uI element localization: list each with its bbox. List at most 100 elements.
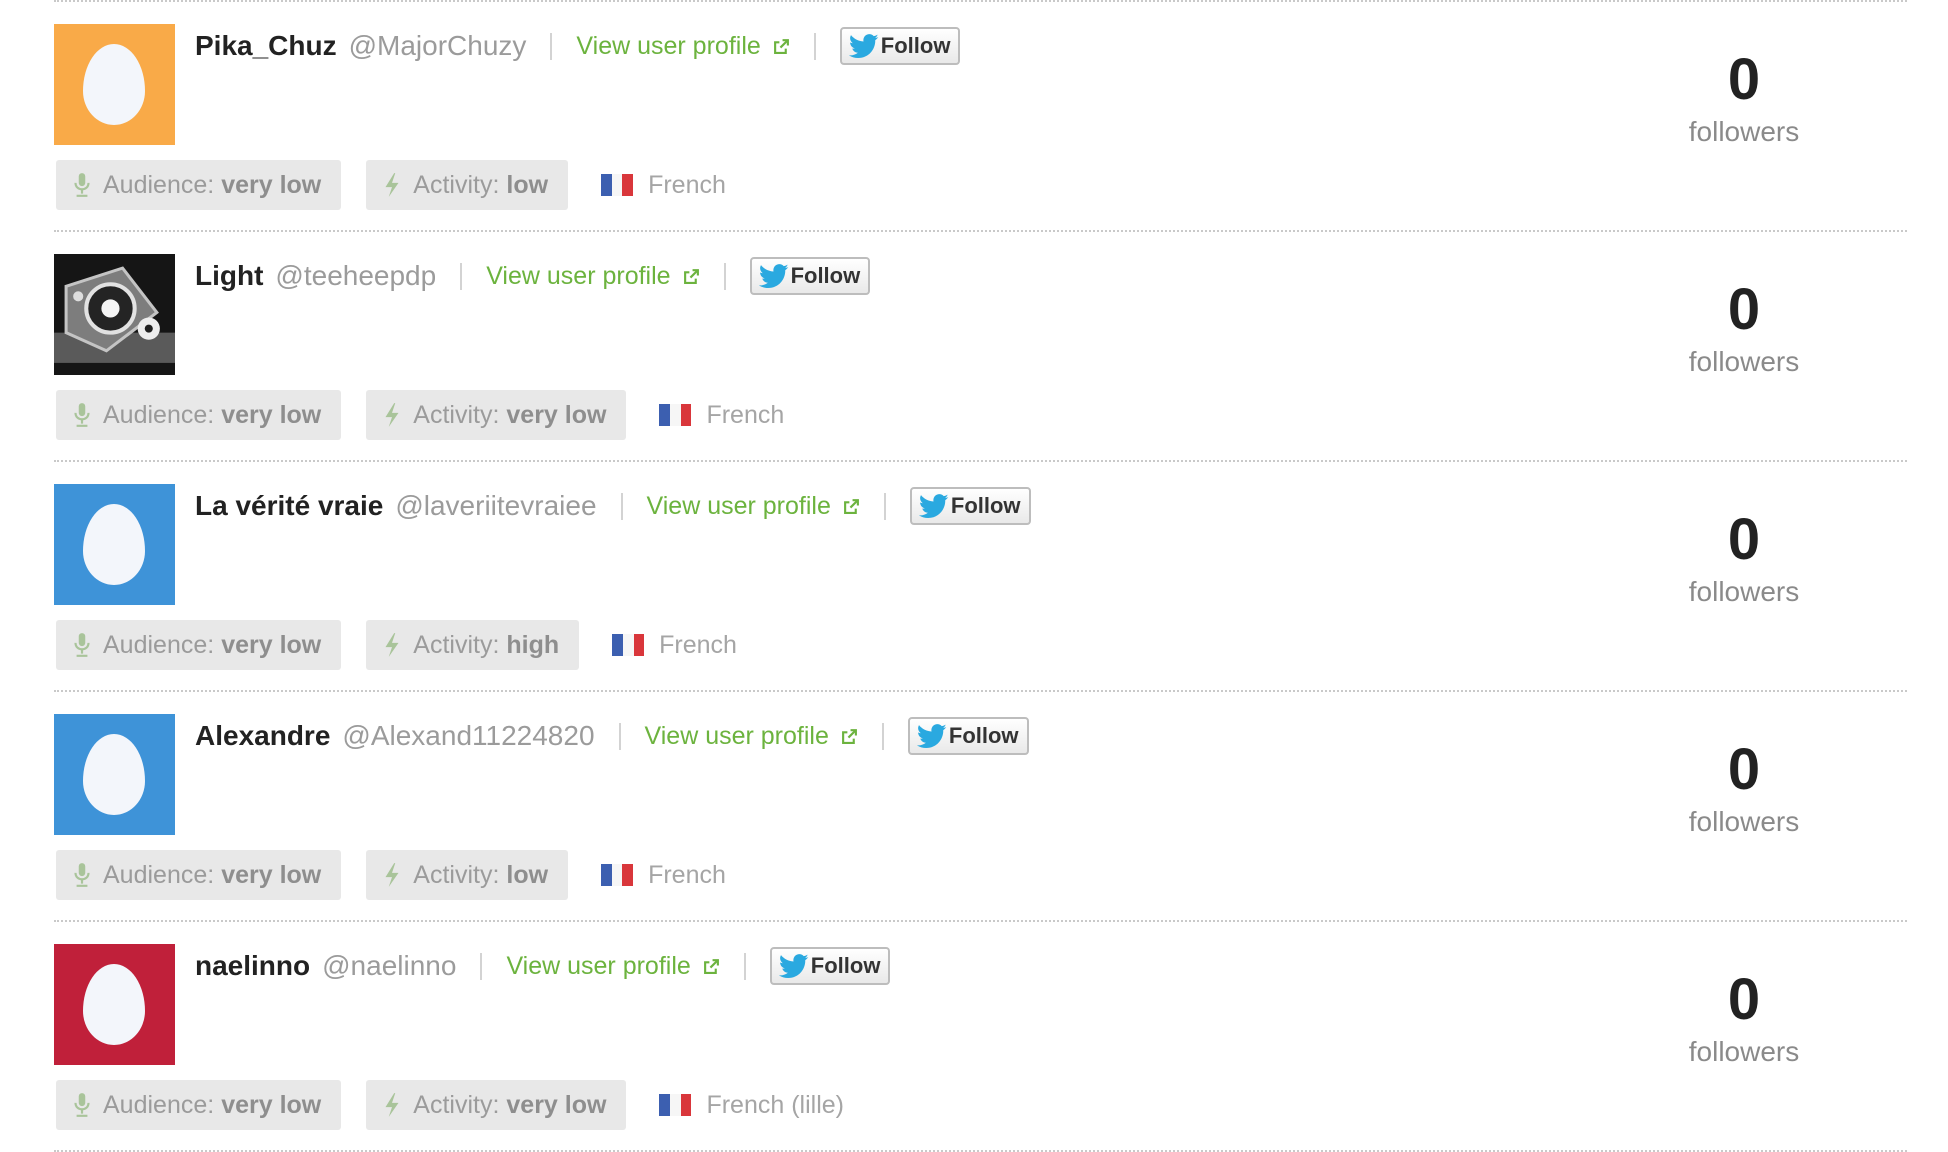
language: French (601, 861, 726, 890)
user-tags: Audience: very low Activity: low French (56, 850, 726, 900)
language: French (lille) (659, 1091, 844, 1120)
activity-value: high (506, 630, 560, 659)
twitter-bird-icon (758, 263, 789, 288)
user-tags: Audience: very low Activity: very low Fr… (56, 1080, 844, 1130)
followers-count: 0 (1727, 277, 1761, 342)
follow-button[interactable]: Follow (769, 947, 891, 985)
language-label: French (648, 170, 726, 199)
activity-label: Activity: (413, 170, 500, 199)
follow-button[interactable]: Follow (749, 257, 871, 295)
avatar[interactable] (54, 254, 175, 375)
avatar[interactable] (54, 714, 175, 835)
audience-value: very low (221, 860, 322, 889)
follow-button[interactable]: Follow (839, 27, 961, 65)
user-header: Alexandre @Alexand11224820 View user pro… (195, 716, 1029, 756)
lightning-icon (385, 173, 399, 197)
audience-tag: Audience: very low (56, 850, 342, 900)
separator (883, 492, 886, 520)
france-flag-icon (659, 404, 692, 426)
activity-tag: Activity: high (366, 620, 580, 670)
language-label: French (659, 630, 737, 659)
separator (618, 722, 621, 750)
followers-stat: 0 followers (1654, 274, 1834, 378)
view-profile-link[interactable]: View user profile (645, 722, 858, 751)
separator (480, 952, 483, 980)
view-profile-label: View user profile (644, 721, 829, 750)
follow-label: Follow (810, 953, 881, 978)
followers-stat: 0 followers (1654, 504, 1834, 608)
user-name[interactable]: La vérité vraie (195, 490, 383, 522)
followers-count: 0 (1727, 47, 1761, 112)
lightning-icon (385, 863, 399, 887)
language: French (659, 401, 784, 430)
activity-label: Activity: (413, 400, 500, 429)
activity-value: low (506, 860, 549, 889)
lightning-icon (385, 633, 399, 657)
separator (723, 262, 726, 290)
external-link-icon (703, 958, 719, 974)
avatar[interactable] (54, 484, 175, 605)
user-tags: Audience: very low Activity: low French (56, 160, 726, 210)
user-header: Light @teeheepdp View user profile Follo… (195, 256, 871, 296)
user-row: La vérité vraie @laveriitevraiee View us… (54, 462, 1907, 690)
audience-label: Audience: (103, 630, 215, 659)
egg-avatar-icon (83, 734, 145, 815)
separator (743, 952, 746, 980)
audience-label: Audience: (103, 400, 215, 429)
egg-avatar-icon (83, 44, 145, 125)
audience-value: very low (221, 170, 322, 199)
twitter-bird-icon (916, 723, 947, 748)
view-profile-link[interactable]: View user profile (506, 952, 719, 981)
follow-button[interactable]: Follow (909, 487, 1031, 525)
activity-value: low (506, 170, 549, 199)
language: French (601, 171, 726, 200)
user-name[interactable]: Alexandre (195, 720, 330, 752)
view-profile-label: View user profile (646, 491, 831, 520)
france-flag-icon (601, 864, 634, 886)
user-list: Pika_Chuz @MajorChuzy View user profile … (54, 0, 1907, 1152)
followers-label: followers (1688, 116, 1800, 147)
audience-value: very low (221, 1090, 322, 1119)
activity-label: Activity: (413, 630, 500, 659)
user-handle: @teeheepdp (275, 260, 437, 291)
microphone-icon (74, 1093, 90, 1117)
followers-stat: 0 followers (1654, 44, 1834, 148)
avatar[interactable] (54, 24, 175, 145)
twitter-bird-icon (918, 493, 949, 518)
followers-count: 0 (1727, 737, 1761, 802)
lightning-icon (385, 1093, 399, 1117)
user-row: Light @teeheepdp View user profile Follo… (54, 232, 1907, 460)
audience-label: Audience: (103, 1090, 215, 1119)
followers-label: followers (1688, 346, 1800, 377)
user-tags: Audience: very low Activity: very low Fr… (56, 390, 784, 440)
language-label: French (648, 860, 726, 889)
separator (620, 492, 623, 520)
activity-tag: Activity: low (366, 160, 569, 210)
user-name[interactable]: Pika_Chuz (195, 30, 337, 62)
egg-avatar-icon (83, 964, 145, 1045)
activity-label: Activity: (413, 860, 500, 889)
language-label: French (706, 400, 785, 429)
external-link-icon (843, 498, 859, 514)
activity-tag: Activity: very low (366, 1080, 627, 1130)
avatar[interactable] (54, 944, 175, 1065)
microphone-icon (74, 403, 90, 427)
view-profile-label: View user profile (506, 951, 691, 980)
view-profile-link[interactable]: View user profile (486, 262, 699, 291)
followers-label: followers (1688, 806, 1800, 837)
view-profile-link[interactable]: View user profile (647, 492, 860, 521)
audience-tag: Audience: very low (56, 1080, 342, 1130)
user-name[interactable]: naelinno (195, 950, 310, 982)
user-row: naelinno @naelinno View user profile Fol… (54, 922, 1907, 1150)
separator (460, 262, 463, 290)
followers-label: followers (1688, 576, 1800, 607)
microphone-icon (74, 863, 90, 887)
user-name[interactable]: Light (195, 260, 263, 292)
follow-button[interactable]: Follow (907, 717, 1029, 755)
view-profile-link[interactable]: View user profile (576, 32, 789, 61)
language: French (612, 631, 737, 660)
audience-tag: Audience: very low (56, 390, 342, 440)
followers-count: 0 (1727, 507, 1761, 572)
audience-tag: Audience: very low (56, 620, 342, 670)
external-link-icon (773, 38, 789, 54)
